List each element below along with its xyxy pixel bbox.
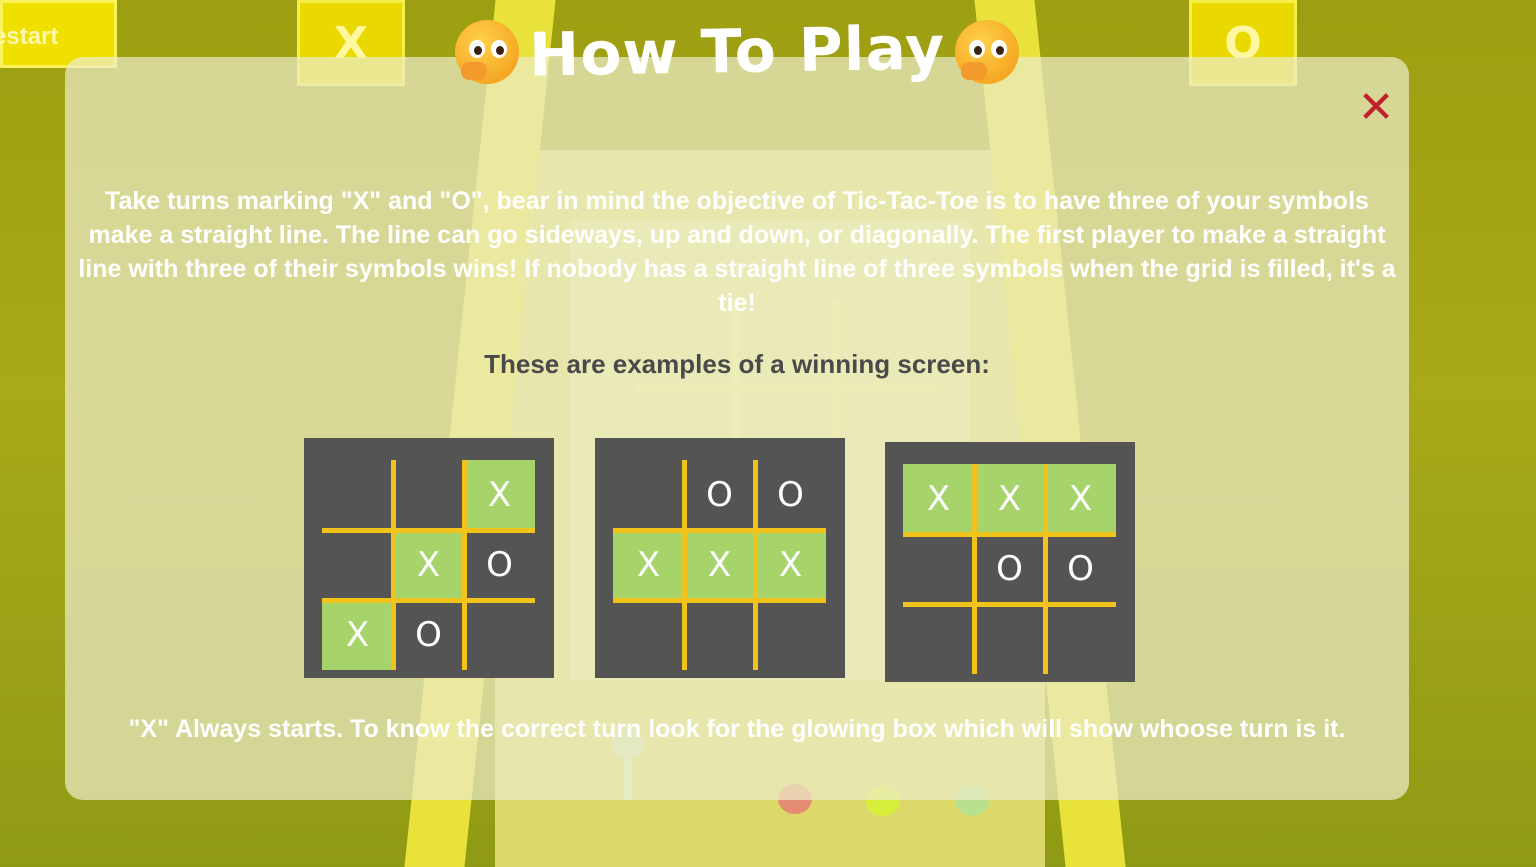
- board-cell: X: [755, 530, 826, 600]
- board-cell: O: [1067, 549, 1094, 589]
- grid-line: [971, 464, 977, 674]
- board-cell: O: [415, 615, 442, 655]
- example-board-top-row: XXXOO: [885, 442, 1135, 682]
- board-cell: [684, 600, 755, 670]
- grid-line: [903, 531, 1116, 537]
- board-cell: X: [1045, 464, 1116, 534]
- thinking-face-icon: [454, 20, 519, 84]
- board-cell: [903, 534, 974, 604]
- thinking-face-icon: [955, 20, 1020, 84]
- grid-line: [681, 460, 687, 670]
- board-cell: X: [613, 530, 684, 600]
- board-cell: [322, 530, 393, 600]
- board-cell: [974, 604, 1045, 674]
- board-cell: [613, 600, 684, 670]
- board-cell: X: [903, 464, 974, 534]
- board-cell: [322, 460, 393, 530]
- example-board-row: OOXXX: [595, 438, 845, 678]
- board-cell: [755, 600, 826, 670]
- grid-line: [390, 460, 396, 670]
- examples-heading: These are examples of a winning screen:: [484, 349, 990, 379]
- grid-line: [322, 597, 535, 603]
- close-icon[interactable]: ✕: [1355, 86, 1397, 130]
- board-cell: [613, 460, 684, 530]
- board-cell: X: [974, 464, 1045, 534]
- board-cell: O: [996, 549, 1023, 589]
- grid-line: [613, 597, 826, 603]
- modal-title-text: How To Play: [528, 13, 946, 91]
- turn-hint: "X" Always starts. To know the correct t…: [128, 715, 1346, 743]
- board-cell: [903, 604, 974, 674]
- grid-line: [903, 601, 1116, 607]
- board-cell: O: [777, 475, 804, 515]
- grid-line: [752, 460, 758, 670]
- rules-description: Take turns marking "X" and "O", bear in …: [78, 187, 1396, 317]
- example-board-diagonal: XXOXO: [304, 438, 554, 678]
- board-cell: [464, 600, 535, 670]
- restart-label: estart: [0, 23, 59, 50]
- board-cell: X: [393, 530, 464, 600]
- board-cell: O: [486, 545, 513, 585]
- board-cell: X: [322, 600, 393, 670]
- grid-line: [1042, 464, 1048, 674]
- board-cell: [1045, 604, 1116, 674]
- board-cell: O: [706, 475, 733, 515]
- board-cell: X: [464, 460, 535, 530]
- grid-line: [613, 527, 826, 533]
- board-cell: X: [684, 530, 755, 600]
- grid-line: [322, 527, 535, 533]
- modal-title: How To Play: [65, 13, 1409, 91]
- grid-line: [461, 460, 467, 670]
- board-cell: [393, 460, 464, 530]
- how-to-play-modal: How To Play ✕ Take turns marking "X" and…: [65, 13, 1409, 800]
